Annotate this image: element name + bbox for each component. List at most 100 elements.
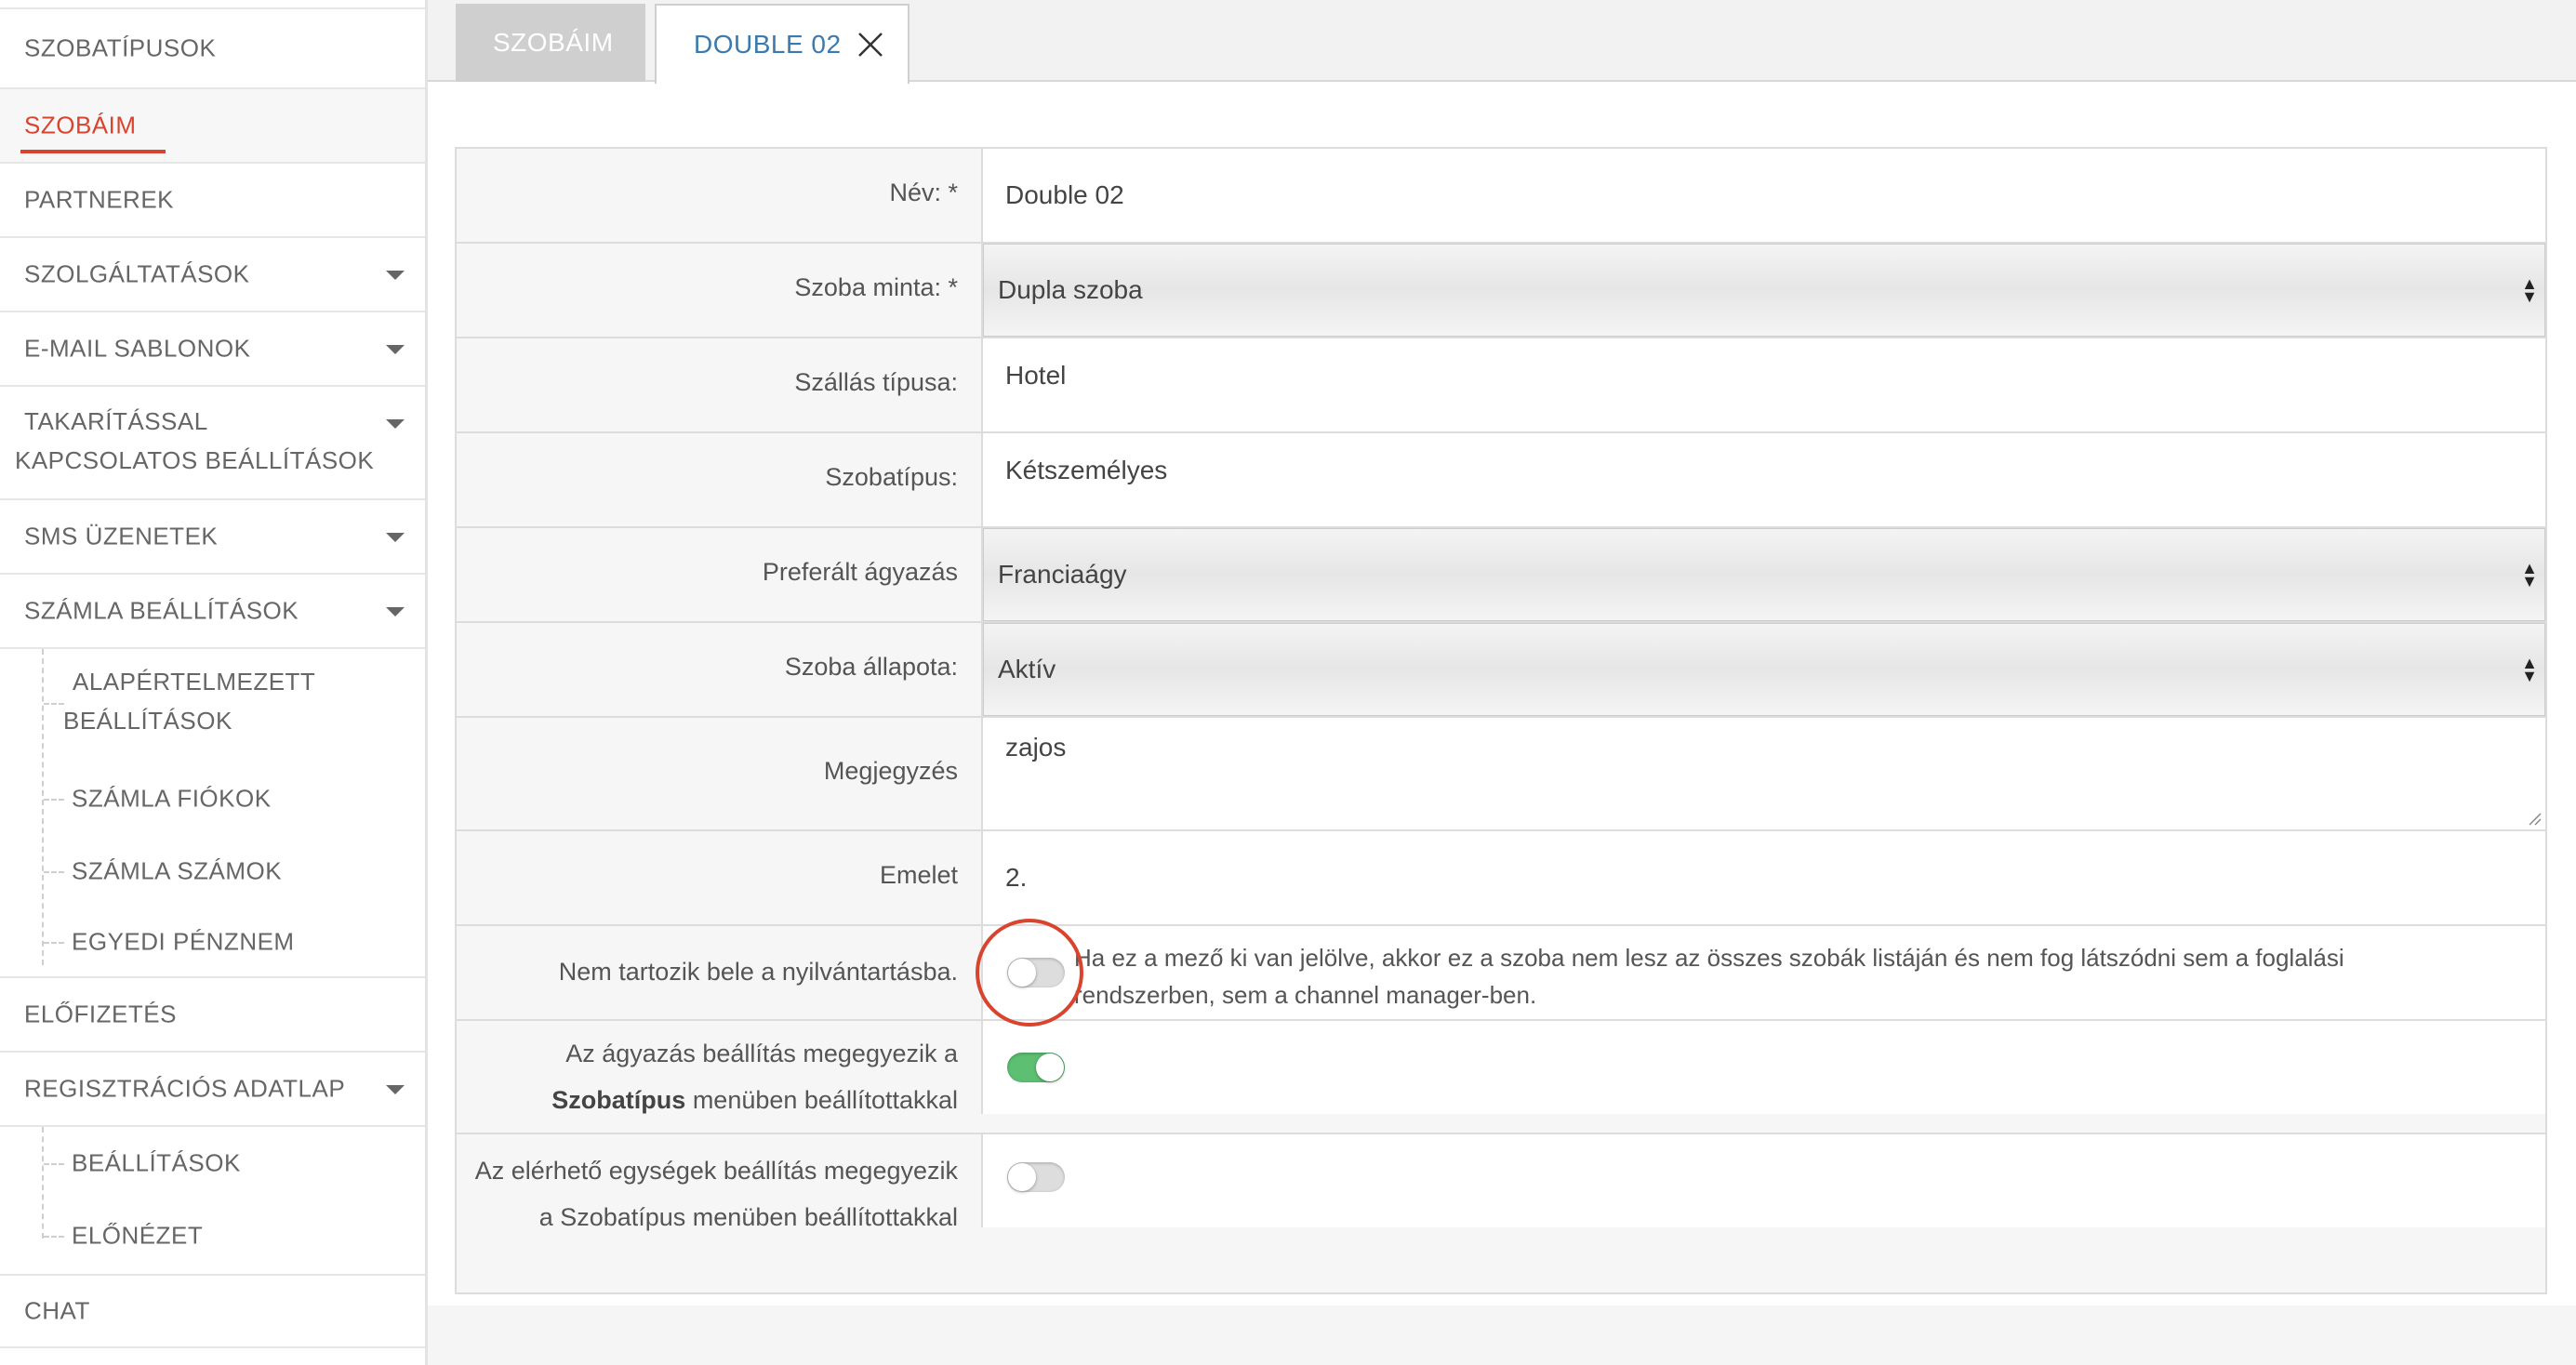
field-label: Az elérhető egységek beállítás megegyezi…	[474, 1157, 958, 1231]
sidebar-subitem-settings[interactable]: BEÁLLÍTÁSOK	[0, 1127, 425, 1199]
sidebar-subitem-custom-currency[interactable]: EGYEDI PÉNZNEM	[0, 908, 425, 976]
tab-my-rooms[interactable]: SZOBÁIM	[456, 4, 645, 82]
sidebar-item-label: REGISZTRÁCIÓS ADATLAP	[24, 1074, 346, 1103]
room-template-select[interactable]: Dupla szoba ▲ ▼	[981, 244, 2545, 337]
sidebar-item-label: SZOBATÍPUSOK	[24, 33, 217, 62]
sidebar-item-label: BEÁLLÍTÁSOK	[72, 1148, 241, 1177]
tab-label: DOUBLE 02	[694, 30, 842, 59]
sidebar-item-label: CHAT	[24, 1296, 90, 1325]
form-row-room-status: Szoba állapota: Aktív ▲ ▼	[457, 623, 2545, 718]
sidebar-item-invoice-settings[interactable]: SZÁMLA BEÁLLÍTÁSOK	[0, 575, 425, 649]
form-row-bedding-matches: Az ágyazás beállítás megegyezik a Szobat…	[457, 1021, 2545, 1134]
accommodation-type-field: Hotel	[981, 338, 2545, 431]
form-row-floor: Emelet 2.	[457, 831, 2545, 926]
sidebar-item-label: ELŐFIZETÉS	[24, 1000, 177, 1028]
chevron-down-icon[interactable]	[386, 1085, 405, 1094]
select-value: Dupla szoba	[998, 275, 1143, 304]
sidebar-item-label: ELŐNÉZET	[72, 1221, 204, 1250]
accommodation-type-value: Hotel	[1005, 361, 1067, 390]
sidebar-subitem-preview[interactable]: ELŐNÉZET	[0, 1199, 425, 1272]
field-label: Szállás típusa:	[794, 368, 958, 396]
chevron-down-icon[interactable]	[386, 419, 405, 429]
room-type-field: Kétszemélyes	[981, 433, 2545, 526]
form-row-units-match: Az elérhető egységek beállítás megegyezi…	[457, 1134, 2545, 1292]
tree-connector	[44, 942, 64, 944]
resize-handle-icon[interactable]	[2527, 811, 2542, 826]
tab-double-02[interactable]: DOUBLE 02	[655, 4, 910, 84]
bedding-matches-field	[981, 1021, 2545, 1114]
label-part: menüben beállítottakkal	[692, 1086, 958, 1114]
tree-connector	[44, 1236, 64, 1238]
sidebar-item-label: E-MAIL SABLONOK	[24, 334, 251, 363]
chevron-down-icon[interactable]	[386, 533, 405, 542]
form-row-room-template: Szoba minta: * Dupla szoba ▲ ▼	[457, 244, 2545, 338]
sidebar-subitem-default-settings[interactable]: ALAPÉRTELMEZETT BEÁLLÍTÁSOK	[0, 649, 425, 762]
sidebar-item-label: SZÁMLA FIÓKOK	[72, 784, 272, 813]
units-match-toggle[interactable]	[1007, 1162, 1065, 1192]
field-label: Szoba állapota:	[784, 653, 958, 681]
chevron-down-icon[interactable]	[386, 271, 405, 280]
select-arrows-icon: ▲ ▼	[2521, 559, 2538, 590]
field-label: Szoba minta: *	[794, 273, 958, 301]
room-status-select[interactable]: Aktív ▲ ▼	[981, 623, 2545, 716]
tab-bar: SZOBÁIM DOUBLE 02	[428, 0, 2576, 84]
field-label: Preferált ágyazás	[762, 558, 958, 586]
note-value: zajos	[1005, 733, 1067, 762]
form-row-accommodation-type: Szállás típusa: Hotel	[457, 338, 2545, 433]
sidebar-item-label: ALAPÉRTELMEZETT BEÁLLÍTÁSOK	[63, 668, 315, 735]
units-match-field	[981, 1134, 2545, 1227]
floor-field[interactable]: 2.	[981, 831, 2545, 924]
main-content: Név: * Double 02 Szoba minta: * Dupla sz…	[428, 84, 2576, 1365]
form-row-room-type: Szobatípus: Kétszemélyes	[457, 433, 2545, 528]
sidebar-item-label: TAKARÍTÁSSAL KAPCSOLATOS BEÁLLÍTÁSOK	[15, 407, 375, 474]
form-row-note: Megjegyzés zajos	[457, 718, 2545, 831]
field-label: Szobatípus:	[825, 463, 958, 491]
toggle-knob	[1008, 1163, 1036, 1191]
form-row-name: Név: * Double 02	[457, 149, 2545, 244]
tree-connector	[44, 703, 64, 705]
sidebar-item-label: SZOBÁIM	[24, 111, 137, 139]
sidebar-item-subscription[interactable]: ELŐFIZETÉS	[0, 976, 425, 1053]
bedding-matches-toggle[interactable]	[1007, 1053, 1065, 1082]
sidebar-item-services[interactable]: SZOLGÁLTATÁSOK	[0, 238, 425, 312]
close-icon[interactable]	[856, 30, 885, 60]
sidebar-item-registration-form[interactable]: REGISZTRÁCIÓS ADATLAP	[0, 1053, 425, 1127]
tree-connector	[44, 799, 64, 801]
room-form: Név: * Double 02 Szoba minta: * Dupla sz…	[455, 147, 2547, 1294]
field-label: Megjegyzés	[823, 757, 958, 785]
sidebar-item-chat[interactable]: CHAT	[0, 1274, 425, 1348]
name-value: Double 02	[1005, 180, 1124, 209]
note-textarea[interactable]: zajos	[981, 718, 2545, 829]
highlight-circle	[976, 919, 1083, 1027]
form-row-preferred-bedding: Preferált ágyazás Franciaágy ▲ ▼	[457, 528, 2545, 623]
sidebar-item-label: PARTNEREK	[24, 185, 175, 214]
field-label: Nem tartozik bele a nyilvántartásba.	[558, 958, 958, 986]
sidebar-item-label: SZÁMLA SZÁMOK	[72, 856, 283, 885]
select-value: Aktív	[998, 655, 1056, 683]
sidebar-item-partners[interactable]: PARTNEREK	[0, 164, 425, 238]
field-label: Név: *	[889, 179, 958, 206]
tree-connector	[44, 1163, 64, 1165]
sidebar-item-sms-messages[interactable]: SMS ÜZENETEK	[0, 500, 425, 575]
sidebar-item-my-rooms[interactable]: SZOBÁIM	[0, 89, 425, 164]
select-value: Franciaágy	[998, 560, 1127, 589]
sidebar-item-room-types[interactable]: SZOBATÍPUSOK	[0, 7, 425, 89]
field-label: Emelet	[879, 861, 958, 889]
sidebar-subitem-invoice-numbers[interactable]: SZÁMLA SZÁMOK	[0, 835, 425, 908]
sidebar: SZOBATÍPUSOK SZOBÁIM PARTNEREK SZOLGÁLTA…	[0, 0, 428, 1365]
floor-value: 2.	[1005, 863, 1028, 892]
chevron-down-icon[interactable]	[386, 345, 405, 354]
name-field[interactable]: Double 02	[981, 149, 2545, 242]
label-part: Az ágyazás beállítás megegyezik a	[565, 1040, 958, 1067]
sidebar-subitem-invoice-accounts[interactable]: SZÁMLA FIÓKOK	[0, 762, 425, 835]
tab-label: SZOBÁIM	[493, 28, 614, 57]
not-in-inventory-field: Ha ez a mező ki van jelölve, akkor ez a …	[981, 926, 2545, 1019]
select-arrows-icon: ▲ ▼	[2521, 274, 2538, 306]
sidebar-item-cleaning-settings[interactable]: TAKARÍTÁSSAL KAPCSOLATOS BEÁLLÍTÁSOK	[0, 387, 425, 500]
preferred-bedding-select[interactable]: Franciaágy ▲ ▼	[981, 528, 2545, 621]
help-text: Ha ez a mező ki van jelölve, akkor ez a …	[1074, 944, 2344, 1009]
sidebar-item-label: EGYEDI PÉNZNEM	[72, 927, 295, 956]
sidebar-item-email-templates[interactable]: E-MAIL SABLONOK	[0, 312, 425, 387]
select-arrows-icon: ▲ ▼	[2521, 654, 2538, 685]
chevron-down-icon[interactable]	[386, 607, 405, 616]
